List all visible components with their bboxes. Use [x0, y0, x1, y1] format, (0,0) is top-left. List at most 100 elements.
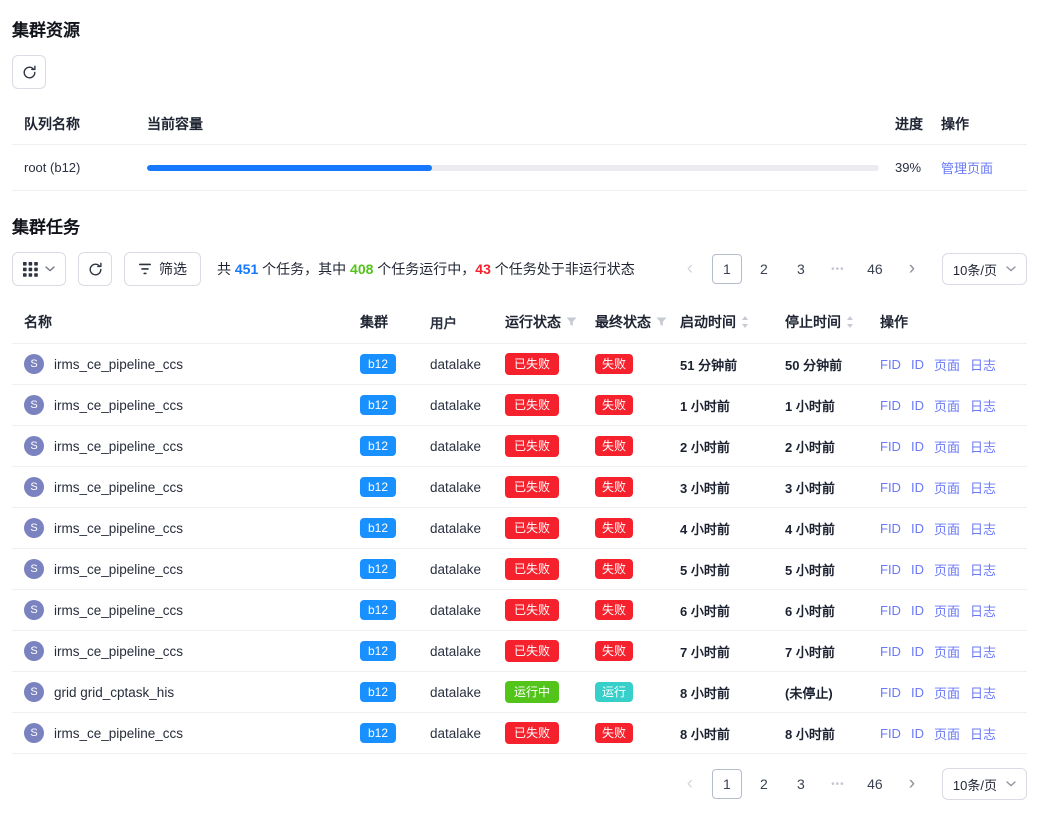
next-page-icon[interactable]: ›	[897, 769, 927, 799]
filter-funnel-icon[interactable]	[656, 317, 667, 327]
page-size-select[interactable]: 10条/页	[942, 253, 1027, 285]
filter-funnel-icon[interactable]	[566, 317, 577, 327]
page-link[interactable]: 页面	[934, 560, 960, 579]
stop-time: (未停止)	[773, 683, 868, 702]
id-link[interactable]: ID	[911, 685, 924, 700]
page-size-select[interactable]: 10条/页	[942, 768, 1027, 800]
progress-bar	[147, 165, 879, 171]
refresh-resources-button[interactable]	[12, 55, 46, 89]
stop-time: 1 小时前	[773, 396, 868, 415]
page-link[interactable]: 页面	[934, 724, 960, 743]
page-3[interactable]: 3	[786, 769, 816, 799]
id-link[interactable]: ID	[911, 644, 924, 659]
log-link[interactable]: 日志	[970, 437, 996, 456]
log-link[interactable]: 日志	[970, 560, 996, 579]
fid-link[interactable]: FID	[880, 521, 901, 536]
col-final-status[interactable]: 最终状态	[583, 312, 668, 332]
col-run-status[interactable]: 运行状态	[493, 312, 583, 332]
fid-link[interactable]: FID	[880, 603, 901, 618]
cluster-badge: b12	[360, 559, 396, 579]
fid-link[interactable]: FID	[880, 439, 901, 454]
fid-link[interactable]: FID	[880, 398, 901, 413]
log-link[interactable]: 日志	[970, 355, 996, 374]
user-cell: datalake	[418, 603, 493, 618]
page-3[interactable]: 3	[786, 254, 816, 284]
col-start-time[interactable]: 启动时间	[668, 312, 773, 332]
refresh-tasks-button[interactable]	[78, 252, 112, 286]
page-46[interactable]: 46	[860, 254, 890, 284]
id-link[interactable]: ID	[911, 357, 924, 372]
avatar: S	[24, 559, 44, 579]
id-link[interactable]: ID	[911, 480, 924, 495]
actions-cell: FID ID 页面 日志	[868, 355, 1027, 374]
final-status-badge: 运行	[595, 682, 633, 702]
cluster-cell: b12	[348, 682, 418, 702]
cluster-cell: b12	[348, 518, 418, 538]
page-2[interactable]: 2	[749, 769, 779, 799]
page-link[interactable]: 页面	[934, 642, 960, 661]
page-link[interactable]: 页面	[934, 519, 960, 538]
stop-time: 4 小时前	[773, 519, 868, 538]
page-ellipsis[interactable]: •••	[823, 769, 853, 799]
prev-page-icon[interactable]: ‹	[675, 769, 705, 799]
tasks-table-header: 名称 集群 用户 运行状态 最终状态 启动时间	[12, 300, 1027, 344]
progress-value: 39%	[889, 160, 941, 175]
start-time: 6 小时前	[668, 601, 773, 620]
run-status-cell: 运行中	[493, 681, 583, 703]
page-link[interactable]: 页面	[934, 355, 960, 374]
page-link[interactable]: 页面	[934, 478, 960, 497]
col-stop-time[interactable]: 停止时间	[773, 312, 868, 332]
id-link[interactable]: ID	[911, 439, 924, 454]
avatar: S	[24, 518, 44, 538]
log-link[interactable]: 日志	[970, 478, 996, 497]
start-time: 3 小时前	[668, 478, 773, 497]
fid-link[interactable]: FID	[880, 562, 901, 577]
page-1[interactable]: 1	[712, 254, 742, 284]
page-link[interactable]: 页面	[934, 437, 960, 456]
bottom-bar: ‹ 1 2 3 ••• 46 › 10条/页	[12, 768, 1027, 800]
manage-page-link[interactable]: 管理页面	[941, 161, 993, 176]
avatar: S	[24, 641, 44, 661]
fid-link[interactable]: FID	[880, 357, 901, 372]
fid-link[interactable]: FID	[880, 726, 901, 741]
final-status-cell: 失败	[583, 395, 668, 415]
id-link[interactable]: ID	[911, 398, 924, 413]
sorter-icon[interactable]	[741, 315, 749, 329]
next-page-icon[interactable]: ›	[897, 254, 927, 284]
page-2[interactable]: 2	[749, 254, 779, 284]
log-link[interactable]: 日志	[970, 683, 996, 702]
page-1[interactable]: 1	[712, 769, 742, 799]
id-link[interactable]: ID	[911, 726, 924, 741]
log-link[interactable]: 日志	[970, 396, 996, 415]
fid-link[interactable]: FID	[880, 480, 901, 495]
refresh-icon	[22, 65, 37, 80]
sorter-icon[interactable]	[846, 315, 854, 329]
filter-button[interactable]: 筛选	[124, 252, 201, 286]
prev-page-icon[interactable]: ‹	[675, 254, 705, 284]
page-ellipsis[interactable]: •••	[823, 254, 853, 284]
log-link[interactable]: 日志	[970, 724, 996, 743]
column-settings-button[interactable]	[12, 252, 66, 286]
fid-link[interactable]: FID	[880, 685, 901, 700]
final-status-cell: 失败	[583, 518, 668, 538]
name-cell: S irms_ce_pipeline_ccs	[12, 354, 348, 374]
id-link[interactable]: ID	[911, 562, 924, 577]
log-link[interactable]: 日志	[970, 519, 996, 538]
page-46[interactable]: 46	[860, 769, 890, 799]
page-link[interactable]: 页面	[934, 601, 960, 620]
log-link[interactable]: 日志	[970, 601, 996, 620]
page-link[interactable]: 页面	[934, 683, 960, 702]
chevron-down-icon	[1006, 781, 1016, 787]
page-link[interactable]: 页面	[934, 396, 960, 415]
cluster-tasks-section: 集群任务	[12, 213, 1027, 800]
name-cell: S irms_ce_pipeline_ccs	[12, 641, 348, 661]
log-link[interactable]: 日志	[970, 642, 996, 661]
id-link[interactable]: ID	[911, 521, 924, 536]
start-time: 51 分钟前	[668, 355, 773, 374]
final-status-badge: 失败	[595, 395, 633, 415]
fid-link[interactable]: FID	[880, 644, 901, 659]
run-status-badge: 已失败	[505, 722, 559, 744]
id-link[interactable]: ID	[911, 603, 924, 618]
cluster-badge: b12	[360, 477, 396, 497]
actions-cell: FID ID 页面 日志	[868, 724, 1027, 743]
